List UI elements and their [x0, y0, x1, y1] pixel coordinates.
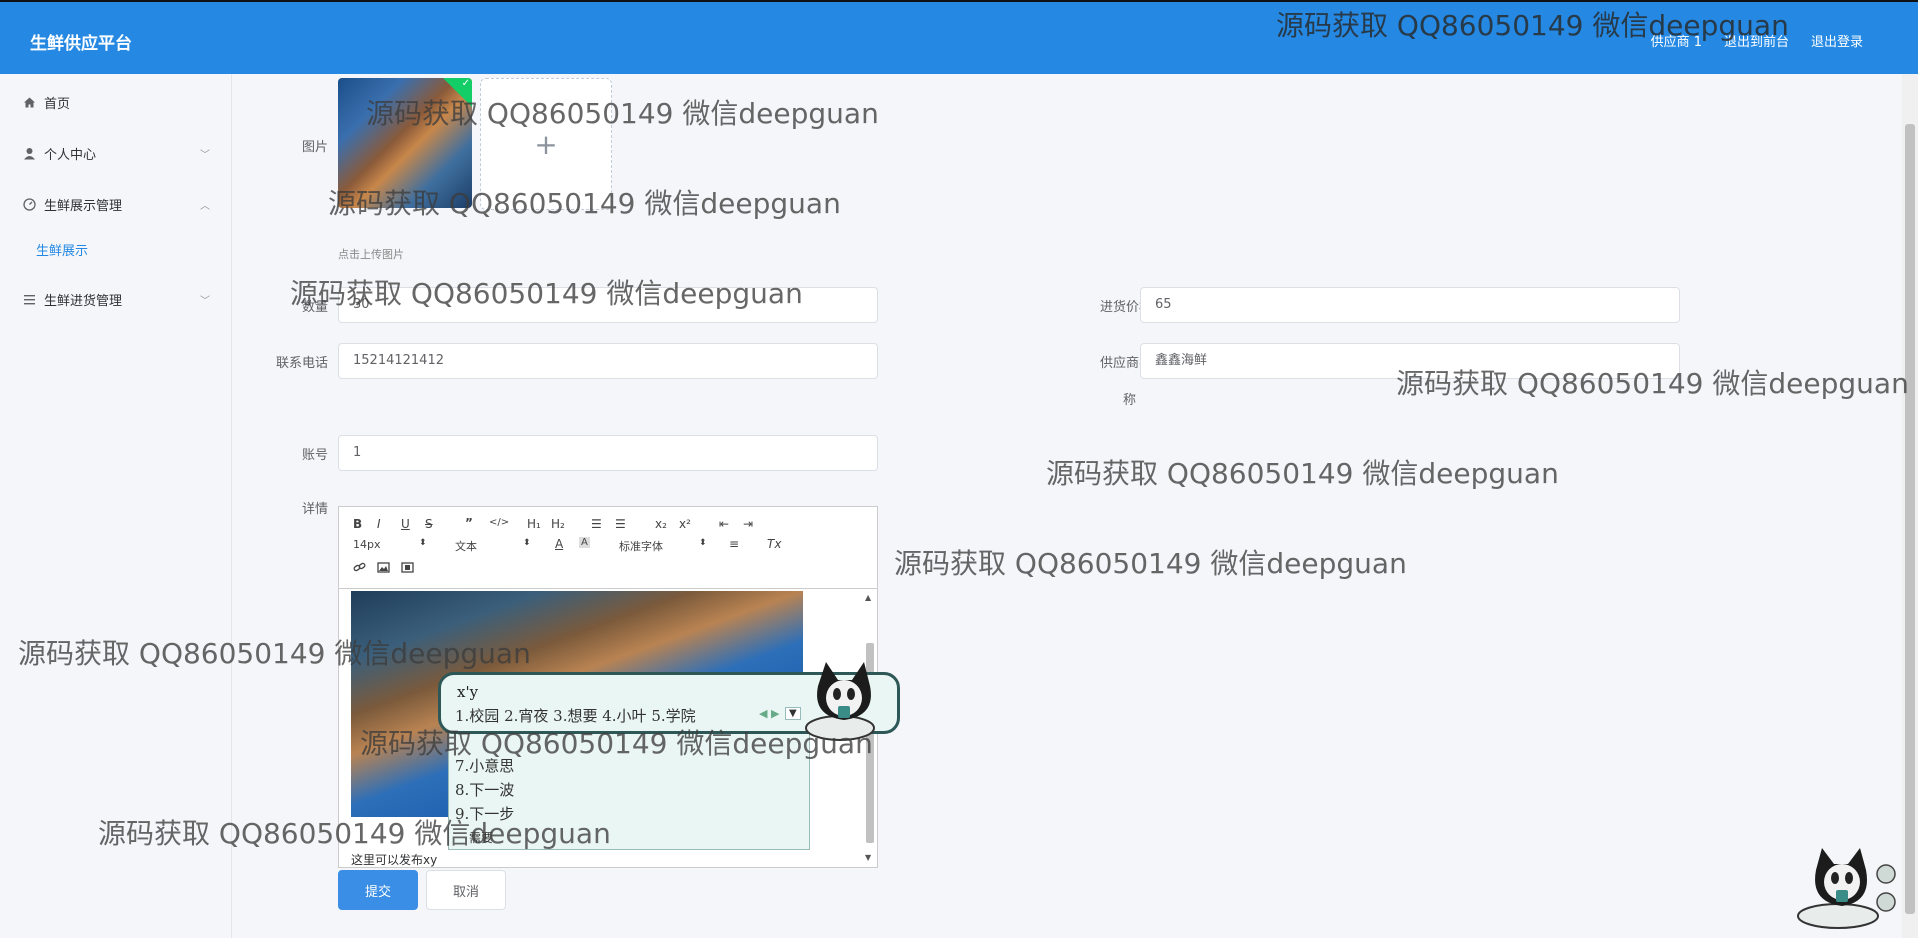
ime-candidate-row[interactable]: 1.校园 2.宵夜 3.想要 4.小叶 5.学院 — [455, 705, 696, 726]
editor-text: 这里可以发布xy — [351, 853, 438, 867]
home-icon — [22, 96, 36, 110]
ime-candidate-panel: 7.小意思 8.下一波 9.下一步 需要 — [448, 730, 810, 850]
supplier-label-wrap: 称 — [1122, 393, 1136, 408]
quantity-label: 数量 — [301, 300, 328, 315]
ime-page-arrows-icon[interactable]: ◀ ▶ — [759, 707, 779, 720]
price-input[interactable]: 65 — [1140, 287, 1680, 323]
sidebar-item-label: 生鲜进货管理 — [44, 294, 123, 309]
header-type-select[interactable]: 文本 — [455, 538, 477, 554]
ime-candidate-8[interactable]: 8.下一波 — [455, 779, 514, 800]
phone-label: 联系电话 — [275, 356, 328, 371]
gauge-icon — [22, 198, 36, 212]
account-input[interactable]: 1 — [338, 435, 878, 471]
phone-input[interactable]: 15214121412 — [338, 343, 878, 379]
list-icon — [22, 293, 36, 307]
price-label: 进货价格 — [1099, 300, 1152, 315]
superscript-icon[interactable]: x² — [679, 517, 691, 531]
brand-title: 生鲜供应平台 — [30, 34, 132, 54]
sidebar-item-label: 首页 — [44, 97, 71, 112]
scroll-up-icon[interactable]: ▲ — [865, 593, 871, 602]
align-icon[interactable]: ≡ — [729, 537, 739, 551]
page-scrollbar[interactable] — [1902, 74, 1918, 938]
account-label: 账号 — [301, 448, 328, 463]
text-color-icon[interactable]: A — [555, 537, 563, 551]
user-icon — [22, 147, 36, 161]
ime-candidate-9[interactable]: 9.下一步 — [455, 803, 514, 824]
indent-icon[interactable]: ⇥ — [743, 517, 753, 531]
mascot-cat-corner-icon — [1797, 848, 1896, 929]
current-user-link[interactable]: 供应商 1 — [1651, 31, 1702, 50]
editor-toolbar: B I U S ” </> H₁ H₂ ☰ ☰ x₂ x² ⇤ ⇥ 14px ⬍… — [339, 507, 877, 589]
chevron-down-icon: ﹀ — [200, 296, 210, 307]
heading1-icon[interactable]: H₁ — [527, 517, 541, 531]
sidebar: 首页 个人中心 ﹀ 生鲜展示管理 ︿ 生鲜展示 生鲜进货管理 ﹀ — [0, 74, 232, 938]
heading2-icon[interactable]: H₂ — [551, 517, 565, 531]
subscript-icon[interactable]: x₂ — [655, 517, 667, 531]
plus-icon: + — [534, 127, 558, 161]
supplier-input[interactable]: 鑫鑫海鲜 — [1140, 343, 1680, 379]
scroll-down-icon[interactable]: ▼ — [865, 853, 871, 862]
image-upload-button[interactable]: + — [480, 78, 612, 210]
cancel-button[interactable]: 取消 — [426, 870, 506, 910]
sidebar-item-label: 生鲜展示管理 — [44, 199, 123, 214]
ime-footer: 需要 — [469, 831, 494, 845]
image-icon[interactable] — [377, 561, 390, 577]
video-icon[interactable] — [401, 561, 414, 577]
quantity-input[interactable]: 30 — [338, 287, 878, 323]
header-bar: 生鲜供应平台 供应商 1 退出到前台 退出登录 — [0, 0, 1918, 74]
uploaded-image-thumbnail[interactable]: ✓ — [338, 78, 472, 208]
link-icon[interactable] — [353, 561, 366, 577]
ordered-list-icon[interactable]: ☰ — [591, 517, 602, 531]
clear-format-icon[interactable]: Tx — [767, 537, 781, 551]
image-label: 图片 — [301, 140, 328, 155]
sidebar-item-personal-center[interactable]: 个人中心 ﹀ — [22, 144, 218, 163]
back-to-frontend-link[interactable]: 退出到前台 — [1724, 31, 1789, 50]
submenu-item-fresh-display[interactable]: 生鲜展示 — [36, 240, 88, 259]
outdent-icon[interactable]: ⇤ — [719, 517, 729, 531]
ime-candidate-7[interactable]: 7.小意思 — [455, 755, 514, 776]
chevron-updown-icon: ⬍ — [699, 538, 707, 548]
strike-icon[interactable]: S — [425, 517, 433, 531]
code-icon[interactable]: </> — [489, 517, 509, 528]
chevron-down-icon: ﹀ — [200, 150, 210, 161]
underline-icon[interactable]: U — [401, 517, 410, 531]
font-family-select[interactable]: 标准字体 — [619, 538, 663, 554]
ime-input-text: x'y — [457, 683, 479, 701]
mascot-cat-icon — [805, 662, 875, 741]
sidebar-item-label: 个人中心 — [44, 148, 97, 163]
bullet-list-icon[interactable]: ☰ — [615, 517, 626, 531]
sidebar-item-home[interactable]: 首页 — [22, 93, 218, 112]
page-scrollbar-thumb[interactable] — [1905, 124, 1915, 914]
chevron-updown-icon: ⬍ — [419, 538, 427, 548]
italic-icon[interactable]: I — [377, 517, 381, 531]
check-icon: ✓ — [461, 78, 470, 89]
bold-icon[interactable]: B — [353, 517, 362, 531]
logout-link[interactable]: 退出登录 — [1811, 31, 1863, 50]
submit-button[interactable]: 提交 — [338, 870, 418, 910]
detail-label: 详情 — [301, 502, 328, 517]
blockquote-icon[interactable]: ” — [465, 516, 473, 530]
font-size-select[interactable]: 14px — [353, 538, 381, 551]
chevron-updown-icon: ⬍ — [523, 538, 531, 548]
supplier-label: 供应商名 — [1099, 356, 1152, 371]
background-color-icon[interactable]: A — [579, 537, 590, 548]
chevron-up-icon: ︿ — [200, 201, 210, 212]
top-nav: 供应商 1 退出到前台 退出登录 — [1651, 31, 1863, 50]
ime-expand-icon[interactable]: ▼ — [785, 707, 801, 720]
sidebar-item-fresh-display-mgmt[interactable]: 生鲜展示管理 ︿ — [22, 195, 218, 214]
upload-hint: 点击上传图片 — [338, 248, 404, 261]
sidebar-item-stock-mgmt[interactable]: 生鲜进货管理 ﹀ — [22, 290, 218, 309]
